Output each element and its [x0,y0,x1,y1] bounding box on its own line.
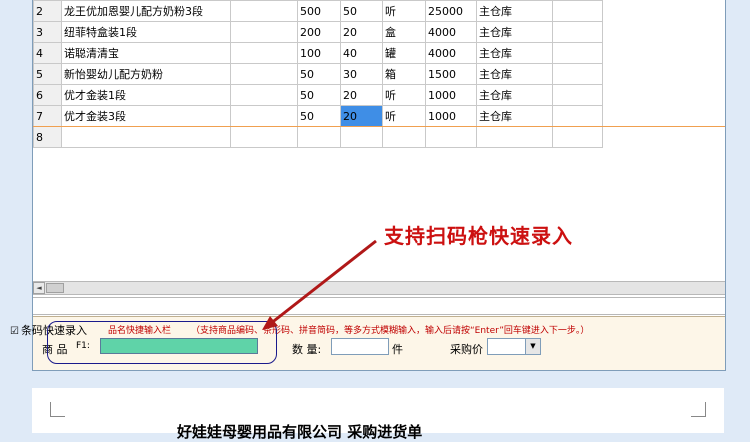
crop-mark-right [691,402,706,417]
scanner-annotation: 支持扫码枪快速录入 [384,224,573,248]
document-preview: 好娃娃母婴用品有限公司 采购进货单 [32,388,724,441]
crop-mark-left [50,402,65,417]
annotation-arrow [262,239,377,330]
document-title: 好娃娃母婴用品有限公司 采购进货单 [177,423,423,441]
